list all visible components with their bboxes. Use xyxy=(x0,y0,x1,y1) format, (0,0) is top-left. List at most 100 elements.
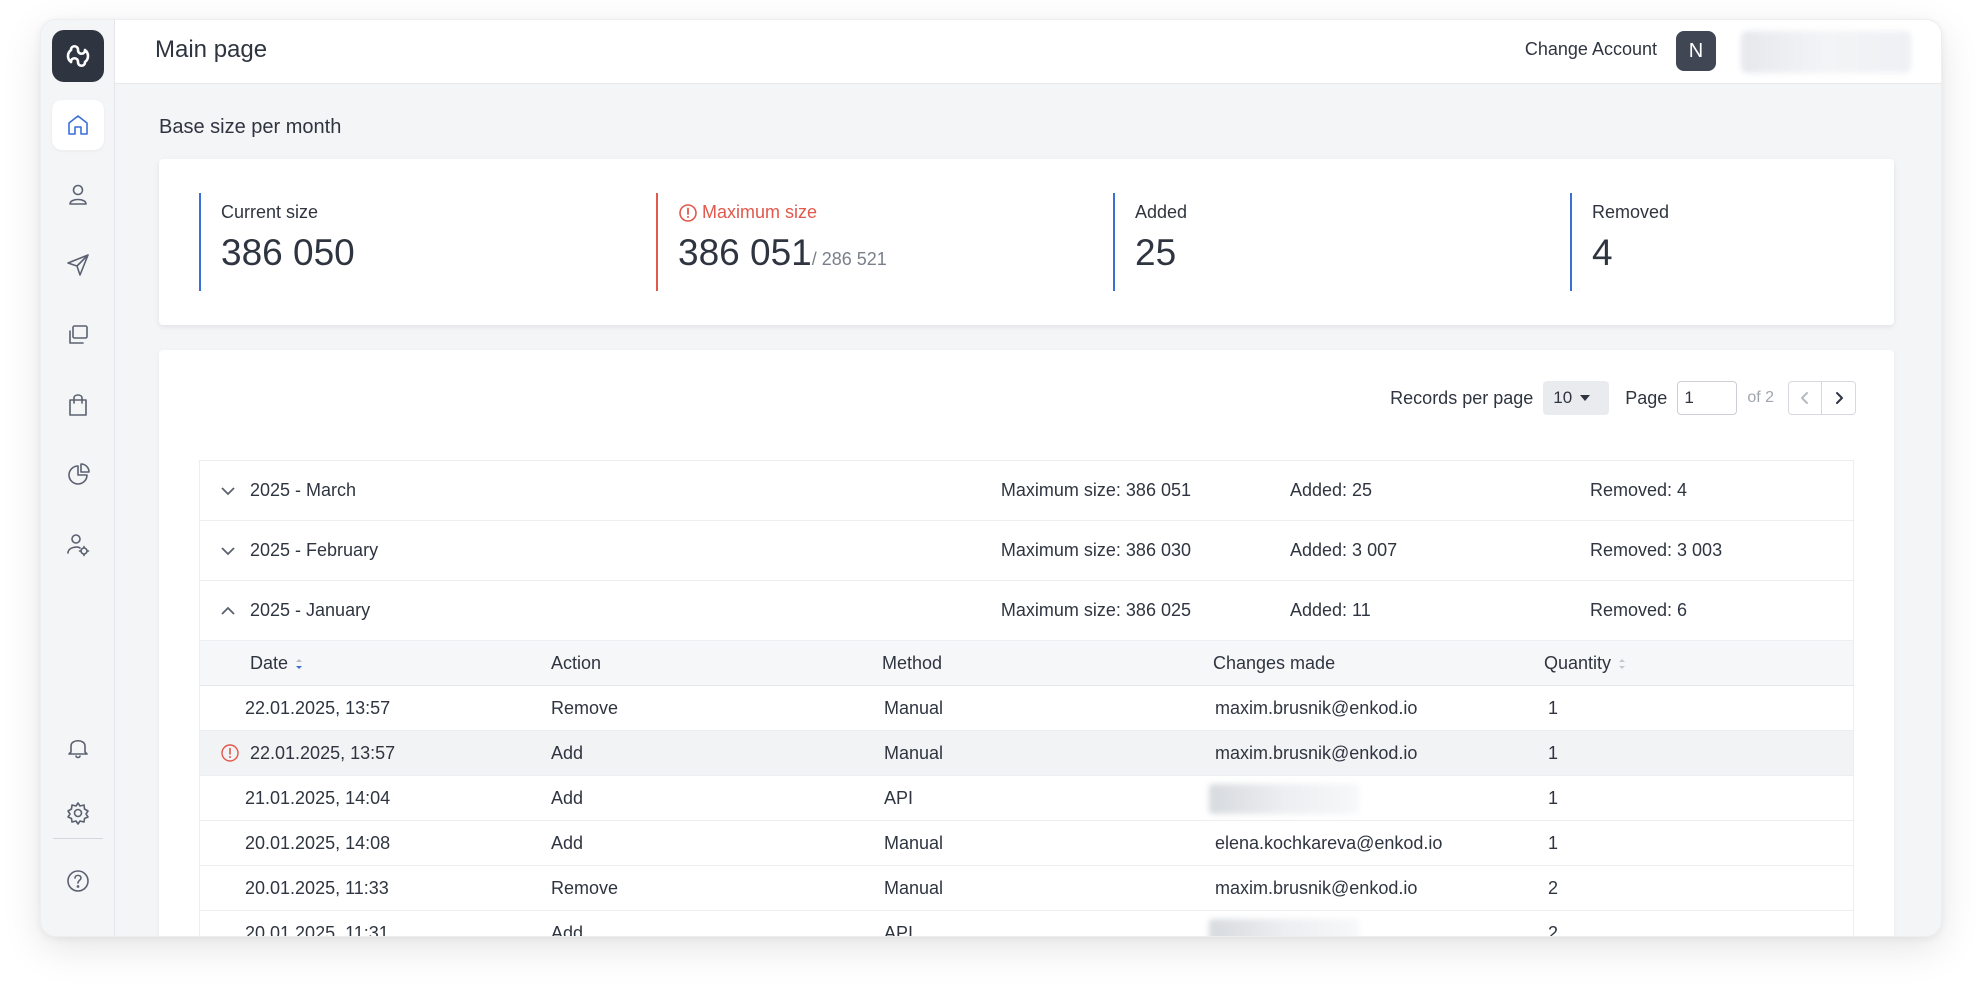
stat-added: Added 25 xyxy=(1113,193,1187,291)
section-title: Base size per month xyxy=(159,116,342,138)
next-page-button[interactable] xyxy=(1822,381,1856,415)
column-action: Action xyxy=(551,653,602,673)
records-per-page-select[interactable]: 10 xyxy=(1543,381,1610,415)
row-action: Remove xyxy=(551,878,619,898)
warning-icon[interactable] xyxy=(220,743,240,763)
sidebar-item-home[interactable] xyxy=(52,100,104,150)
table-row[interactable]: 20.01.2025, 14:08 Add Manual elena.kochk… xyxy=(200,821,1853,866)
table-row[interactable]: 21.01.2025, 14:04 Add API 1 xyxy=(200,776,1853,821)
row-method: API xyxy=(884,788,914,808)
stat-value: 386 051 xyxy=(678,232,812,273)
chevron-right-icon xyxy=(1835,392,1843,404)
months-table: 2025 - March Maximum size: 386 051 Added… xyxy=(199,460,1854,937)
stat-removed: Removed 4 xyxy=(1570,193,1669,291)
detail-table-header: Date Action Method Changes made Quantity xyxy=(200,641,1853,686)
page-label: Page xyxy=(1625,387,1668,408)
stat-current-size: Current size 386 050 xyxy=(199,193,355,291)
avatar[interactable]: N xyxy=(1676,31,1716,71)
row-method: API xyxy=(884,923,914,937)
sidebar-item-user-settings[interactable] xyxy=(52,520,104,570)
stat-value-row: 386 051/ 286 521 xyxy=(678,232,887,274)
bell-icon xyxy=(68,739,88,759)
app-logo[interactable] xyxy=(52,30,104,82)
sidebar-item-settings[interactable] xyxy=(52,788,104,838)
row-quantity: 2 xyxy=(1548,923,1559,937)
records-per-page-value: 10 xyxy=(1553,388,1573,407)
row-action: Add xyxy=(551,833,584,853)
sort-icon[interactable] xyxy=(1617,657,1627,671)
warning-icon xyxy=(679,203,697,222)
chevron-down-icon[interactable] xyxy=(220,543,236,559)
month-max-size: Maximum size: 386 051 xyxy=(1000,480,1191,500)
month-row-february[interactable]: 2025 - February Maximum size: 386 030 Ad… xyxy=(200,521,1853,581)
sidebar-item-products[interactable] xyxy=(52,380,104,430)
table-row[interactable]: 20.01.2025, 11:31 Add API 2 xyxy=(200,911,1853,937)
row-changes-redacted xyxy=(1209,919,1359,936)
stat-limit: / 286 521 xyxy=(811,249,887,269)
caret-down-icon xyxy=(1580,395,1591,401)
row-date: 20.01.2025, 14:08 xyxy=(245,833,391,853)
row-quantity: 1 xyxy=(1548,698,1559,718)
row-action: Add xyxy=(551,743,584,763)
row-method: Manual xyxy=(884,698,944,718)
copy-icon xyxy=(69,325,88,344)
send-icon xyxy=(67,254,89,276)
table-row[interactable]: 22.01.2025, 13:57 Remove Manual maxim.br… xyxy=(200,686,1853,731)
row-action: Add xyxy=(551,788,584,808)
stat-label: Added xyxy=(1135,202,1188,222)
row-quantity: 1 xyxy=(1548,833,1559,853)
user-settings-icon xyxy=(67,534,90,557)
row-method: Manual xyxy=(884,878,944,898)
shopping-bag-icon xyxy=(69,394,87,416)
page-title: Main page xyxy=(155,36,268,63)
row-action: Remove xyxy=(551,698,619,718)
stat-label: Removed xyxy=(1592,202,1670,222)
month-added: Added: 25 xyxy=(1290,480,1373,500)
sidebar xyxy=(41,20,115,936)
column-method: Method xyxy=(882,653,943,673)
top-header: Main page Change Account N xyxy=(115,20,1941,84)
stat-value: 4 xyxy=(1592,232,1613,273)
table-row[interactable]: 22.01.2025, 13:57 Add Manual maxim.brusn… xyxy=(200,731,1853,776)
month-name: 2025 - February xyxy=(250,540,379,560)
sidebar-item-notifications[interactable] xyxy=(52,722,104,772)
month-max-size: Maximum size: 386 025 xyxy=(1000,600,1191,620)
row-date: 21.01.2025, 14:04 xyxy=(245,788,391,808)
row-changes: maxim.brusnik@enkod.io xyxy=(1215,878,1418,898)
account-name-redacted[interactable] xyxy=(1741,31,1911,73)
stats-card: Current size 386 050 Maximum size 386 05… xyxy=(159,159,1894,325)
month-added: Added: 3 007 xyxy=(1290,540,1398,560)
table-row[interactable]: 20.01.2025, 11:33 Remove Manual maxim.br… xyxy=(200,866,1853,911)
stat-value: 25 xyxy=(1135,232,1177,273)
column-quantity[interactable]: Quantity xyxy=(1544,653,1627,674)
chevron-up-icon[interactable] xyxy=(220,603,236,619)
column-date[interactable]: Date xyxy=(250,653,304,674)
row-quantity: 1 xyxy=(1548,743,1559,763)
pagination: Records per page 10 Page of 2 xyxy=(1390,380,1856,416)
stat-label: Current size xyxy=(221,202,319,222)
month-name: 2025 - January xyxy=(250,600,371,620)
stat-label: Maximum size xyxy=(702,202,818,222)
chevron-down-icon[interactable] xyxy=(220,483,236,499)
month-row-march[interactable]: 2025 - March Maximum size: 386 051 Added… xyxy=(200,461,1853,521)
month-added: Added: 11 xyxy=(1290,600,1371,620)
page-number-input[interactable] xyxy=(1677,381,1738,415)
row-quantity: 1 xyxy=(1548,788,1559,808)
pie-chart-icon xyxy=(68,463,90,485)
sidebar-item-analytics[interactable] xyxy=(52,450,104,500)
sidebar-item-campaigns[interactable] xyxy=(52,240,104,290)
row-method: Manual xyxy=(884,833,944,853)
row-action: Add xyxy=(551,923,584,937)
sidebar-item-contacts[interactable] xyxy=(52,170,104,220)
column-changes: Changes made xyxy=(1213,653,1336,673)
row-quantity: 2 xyxy=(1548,878,1559,898)
stat-value: 386 050 xyxy=(221,232,355,273)
prev-page-button[interactable] xyxy=(1788,381,1822,415)
sidebar-item-help[interactable] xyxy=(52,856,104,906)
change-account-link[interactable]: Change Account xyxy=(1525,39,1657,60)
row-date: 20.01.2025, 11:31 xyxy=(245,923,389,937)
sort-icon[interactable] xyxy=(294,657,304,671)
sidebar-item-templates[interactable] xyxy=(52,310,104,360)
row-date: 20.01.2025, 11:33 xyxy=(245,878,389,898)
month-row-january[interactable]: 2025 - January Maximum size: 386 025 Add… xyxy=(200,581,1853,641)
